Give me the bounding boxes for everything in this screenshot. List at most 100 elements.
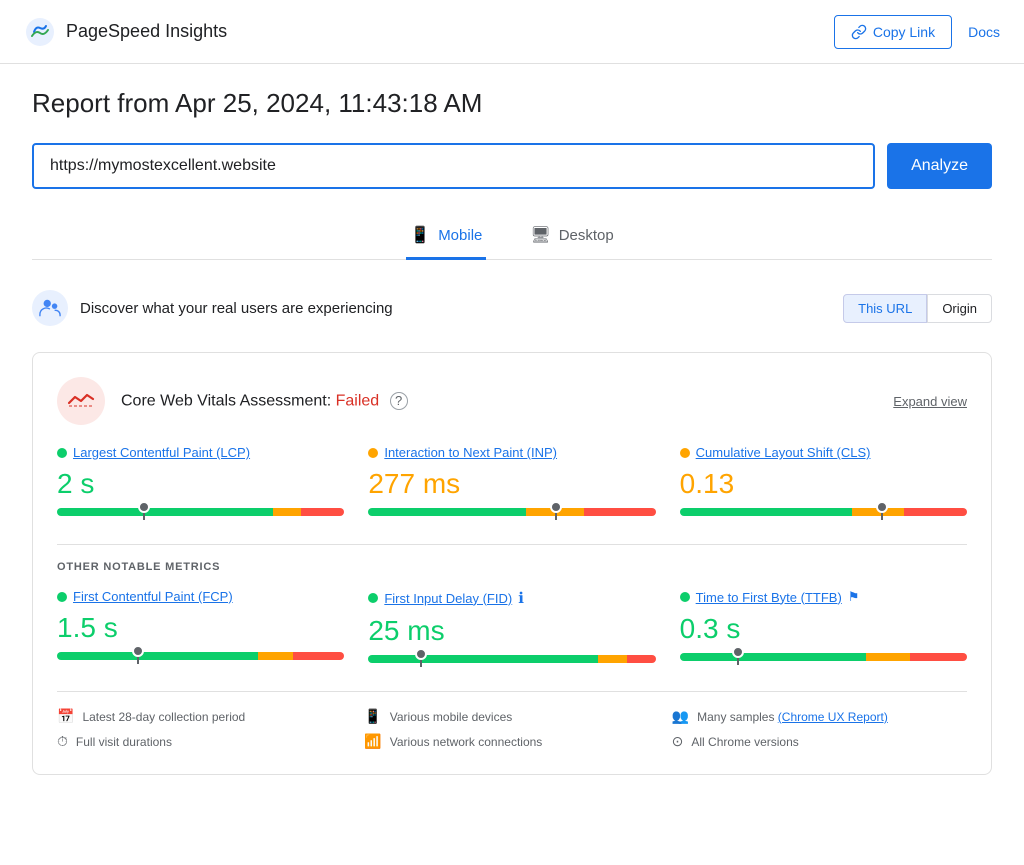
metric-value-inp: 277 ms [368, 468, 655, 500]
metric-bar-fcp [57, 652, 344, 660]
metric-label-fid: First Input Delay (FID) ℹ [368, 589, 655, 607]
bar-green-lcp [57, 508, 273, 516]
metric-dot-cls [680, 448, 690, 458]
footer-icon-1-1: 📶 [364, 733, 381, 750]
metric-link-lcp[interactable]: Largest Contentful Paint (LCP) [73, 445, 250, 460]
origin-button[interactable]: Origin [927, 294, 992, 323]
metric-value-lcp: 2 s [57, 468, 344, 500]
footer-item-2-1: ⊙ All Chrome versions [672, 733, 967, 750]
metric-link-cls[interactable]: Cumulative Layout Shift (CLS) [696, 445, 871, 460]
footer-text-0-0: Latest 28-day collection period [82, 710, 245, 724]
copy-link-button[interactable]: Copy Link [834, 15, 952, 49]
metric-marker-cls [881, 504, 883, 520]
url-bar: Analyze [32, 143, 992, 189]
footer-col-1: 📱 Various mobile devices 📶 Various netwo… [364, 708, 659, 750]
bar-green-ttfb [680, 653, 867, 661]
assessment-title-area: Core Web Vitals Assessment: Failed ? [57, 377, 408, 425]
footer-item-2-0: 👥 Many samples (Chrome UX Report) [672, 708, 967, 725]
metric-ttfb: Time to First Byte (TTFB) ⚑ 0.3 s [680, 589, 967, 667]
analyze-button[interactable]: Analyze [887, 143, 992, 189]
tab-mobile[interactable]: 📱 Mobile [406, 217, 486, 260]
assessment-info-icon[interactable]: ? [390, 392, 408, 410]
copy-link-label: Copy Link [873, 24, 935, 40]
core-metrics-grid: Largest Contentful Paint (LCP) 2 s Inter… [57, 445, 967, 520]
metric-marker-ttfb [737, 649, 739, 665]
metric-value-fcp: 1.5 s [57, 612, 344, 644]
tab-desktop-label: Desktop [559, 227, 614, 244]
metric-bar-fid [368, 655, 655, 663]
footer-text-1-0: Various mobile devices [390, 710, 513, 724]
device-tabs: 📱 Mobile 🖥 Desktop [32, 217, 992, 260]
cwv-icon [67, 391, 95, 411]
bar-orange-fcp [258, 652, 292, 660]
footer-icon-2-0: 👥 [672, 708, 689, 725]
bar-red-ttfb [910, 653, 967, 661]
mobile-icon: 📱 [410, 225, 430, 245]
desktop-icon: 🖥 [530, 225, 550, 245]
metric-value-fid: 25 ms [368, 615, 655, 647]
footer-text-0-1: Full visit durations [76, 735, 172, 749]
footer-item-0-1: ⏱ Full visit durations [57, 733, 352, 750]
metric-bar-lcp [57, 508, 344, 516]
metric-dot-fid [368, 593, 378, 603]
tab-desktop[interactable]: 🖥 Desktop [526, 217, 617, 260]
bar-orange-fid [598, 655, 627, 663]
metric-bar-track-fid [368, 655, 655, 663]
app-title: PageSpeed Insights [66, 21, 227, 42]
metric-label-cls: Cumulative Layout Shift (CLS) [680, 445, 967, 460]
metric-bar-inp [368, 508, 655, 516]
this-url-button[interactable]: This URL [843, 294, 927, 323]
link-icon [851, 24, 867, 40]
metric-marker-lcp [143, 504, 145, 520]
footer-icon-0-0: 📅 [57, 708, 74, 725]
metric-value-cls: 0.13 [680, 468, 967, 500]
metric-label-inp: Interaction to Next Paint (INP) [368, 445, 655, 460]
metric-marker-fcp [137, 648, 139, 664]
metric-link-fid[interactable]: First Input Delay (FID) [384, 591, 512, 606]
footer-info: 📅 Latest 28-day collection period ⏱ Full… [57, 691, 967, 750]
users-icon [39, 297, 61, 319]
assessment-icon [57, 377, 105, 425]
metric-lcp: Largest Contentful Paint (LCP) 2 s [57, 445, 344, 520]
url-input[interactable] [32, 143, 875, 189]
footer-icon-1-0: 📱 [364, 708, 381, 725]
expand-view-button[interactable]: Expand view [893, 394, 967, 409]
bar-green-fid [368, 655, 598, 663]
metric-cls: Cumulative Layout Shift (CLS) 0.13 [680, 445, 967, 520]
docs-link[interactable]: Docs [968, 24, 1000, 40]
section-divider [57, 544, 967, 545]
crux-bar: Discover what your real users are experi… [32, 280, 992, 336]
metric-label-lcp: Largest Contentful Paint (LCP) [57, 445, 344, 460]
crux-left: Discover what your real users are experi… [32, 290, 393, 326]
footer-col-2: 👥 Many samples (Chrome UX Report) ⊙ All … [672, 708, 967, 750]
metric-dot-lcp [57, 448, 67, 458]
bar-red-cls [904, 508, 967, 516]
metric-dot-fcp [57, 592, 67, 602]
footer-item-1-0: 📱 Various mobile devices [364, 708, 659, 725]
metric-bar-track-cls [680, 508, 967, 516]
metric-bar-track-lcp [57, 508, 344, 516]
metric-bar-ttfb [680, 653, 967, 661]
metric-marker-inp [555, 504, 557, 520]
chrome-ux-link[interactable]: (Chrome UX Report) [778, 710, 888, 724]
header: PageSpeed Insights Copy Link Docs [0, 0, 1024, 64]
bar-red-fcp [293, 652, 345, 660]
metric-fcp: First Contentful Paint (FCP) 1.5 s [57, 589, 344, 667]
assessment-status: Failed [336, 392, 380, 409]
metric-bar-track-inp [368, 508, 655, 516]
bar-green-fcp [57, 652, 258, 660]
metric-link-fcp[interactable]: First Contentful Paint (FCP) [73, 589, 233, 604]
metric-fid: First Input Delay (FID) ℹ 25 ms [368, 589, 655, 667]
bar-orange-ttfb [866, 653, 909, 661]
header-right: Copy Link Docs [834, 15, 1000, 49]
bar-red-fid [627, 655, 656, 663]
metric-bar-cls [680, 508, 967, 516]
crux-text: Discover what your real users are experi… [80, 300, 393, 317]
footer-col-0: 📅 Latest 28-day collection period ⏱ Full… [57, 708, 352, 750]
footer-icon-2-1: ⊙ [672, 733, 684, 750]
footer-text-1-1: Various network connections [390, 735, 543, 749]
metric-link-ttfb[interactable]: Time to First Byte (TTFB) [696, 590, 842, 605]
metric-link-inp[interactable]: Interaction to Next Paint (INP) [384, 445, 557, 460]
tab-mobile-label: Mobile [438, 227, 482, 244]
bar-green-inp [368, 508, 526, 516]
